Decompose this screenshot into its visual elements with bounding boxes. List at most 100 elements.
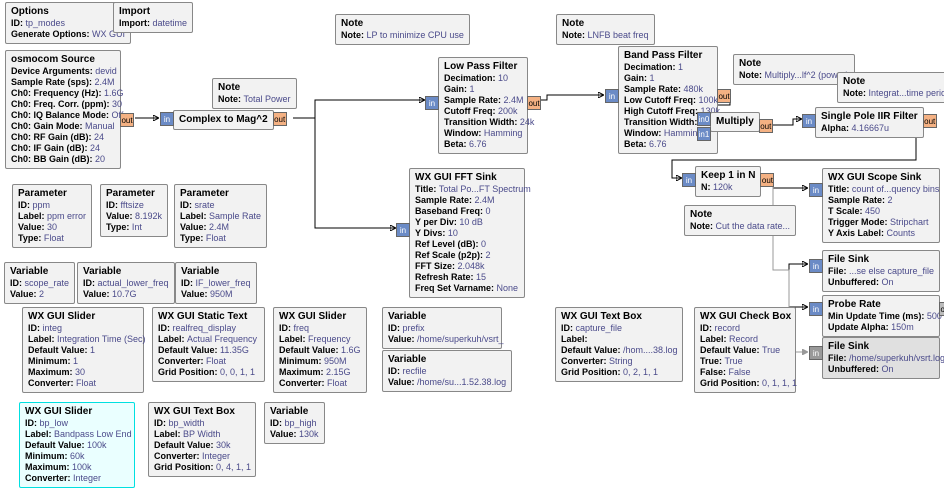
block-row: Value: 950M [181,289,251,300]
multiply-block[interactable]: in0in1Multiplyout [710,112,760,132]
block-row: Sample Rate: 2.4M [415,195,519,206]
block-row: ID: capture_file [561,323,677,334]
note-cut-rate[interactable]: NoteNote: Cut the data rate... [684,205,796,236]
block-row: FFT Size: 2.048k [415,261,519,272]
probe-rate-block[interactable]: inProbe RateMin Update Time (ms): 500Upd… [822,295,940,337]
port-in[interactable]: in [809,346,823,360]
textbox-capture-file[interactable]: WX GUI Text BoxID: capture_fileLabel: De… [555,307,683,382]
block-row: Minimum: 60k [25,451,129,462]
block-row: Decimation: 1 [624,62,712,73]
port-in[interactable]: in [605,89,619,103]
scope-sink-block[interactable]: inWX GUI Scope SinkTitle: count of...que… [822,168,940,243]
block-row: Ref Scale (p2p): 2 [415,250,519,261]
block-row: Grid Position: 0, 1, 1, 1 [700,378,790,389]
block-row: Value: 10.7G [83,289,169,300]
note-lp-cpu[interactable]: NoteNote: LP to minimize CPU use [335,14,470,45]
block-row: ID: scope_rate [10,278,69,289]
block-row: ID: ppm [18,200,86,211]
block-row: Value: 30 [18,222,86,233]
block-row: Grid Position: 0, 0, 1, 1 [158,367,259,378]
block-row: Freq Set Varname: None [415,283,519,294]
port-out[interactable]: out [527,96,541,110]
block-row: Unbuffered: On [828,364,934,375]
block-row: ID: record [700,323,790,334]
block-row: Ch0: IQ Balance Mode: Off [11,110,115,121]
block-row: ID: realfreq_display [158,323,259,334]
block-row: ID: bp_low [25,418,129,429]
block-row: Label: Record [700,334,790,345]
block-row: Note: LP to minimize CPU use [341,30,464,41]
block-row: Type: Float [18,233,86,244]
file-sink-1-block[interactable]: inFile SinkFile: ...se else capture_file… [822,250,940,292]
single-pole-iir-block[interactable]: inSingle Pole IIR FilterAlpha: 4.16667uo… [815,107,924,138]
param-fftsize[interactable]: ParameterID: fftsizeValue: 8.192kType: I… [100,184,168,237]
block-row: ID: prefix [388,323,496,334]
var-if-lower-freq[interactable]: VariableID: IF_lower_freqValue: 950M [175,262,257,304]
port-in[interactable]: in [802,114,816,128]
note-integration[interactable]: NoteNote: Integrat...time period. [837,72,944,103]
block-row: Maximum: 2.15G [279,367,361,378]
slider-bp-low[interactable]: WX GUI SliderID: bp_lowLabel: Bandpass L… [19,402,135,488]
block-row: Window: Hamming [444,128,522,139]
port-in[interactable]: in [425,96,439,110]
keep-1-in-n-block[interactable]: inKeep 1 in NN: 120kout [695,166,761,197]
static-text-realfreq[interactable]: WX GUI Static TextID: realfreq_displayLa… [152,307,265,382]
var-scope-rate[interactable]: VariableID: scope_rateValue: 2 [4,262,75,304]
port-in[interactable]: in [809,302,823,316]
slider-integ[interactable]: WX GUI SliderID: integLabel: Integration… [22,307,144,393]
complex-to-mag2-block[interactable]: inComplex to Mag^2out [173,110,274,130]
port-in[interactable]: in [396,223,410,237]
block-row: Minimum: 1 [28,356,138,367]
osmosdr-source-block[interactable]: osmocom SourceDevice Arguments: devidSam… [5,50,121,169]
block-row: Value: 8.192k [106,211,162,222]
block-row: ID: srate [180,200,261,211]
port-in[interactable]: in [160,112,174,126]
port-out[interactable]: out [717,89,731,103]
block-row: Trigger Mode: Stripchart [828,217,934,228]
note-lnfb[interactable]: NoteNote: LNFB beat freq [556,14,655,45]
import-block[interactable]: ImportImport: datetime [113,2,193,33]
block-row: Default Value: 100k [25,440,129,451]
port-in[interactable]: in [809,183,823,197]
block-row: Minimum: 950M [279,356,361,367]
note-total-power[interactable]: NoteNote: Total Power [212,78,297,109]
param-srate[interactable]: ParameterID: srateLabel: Sample RateValu… [174,184,267,248]
block-row: Label: Sample Rate [180,211,261,222]
block-row: Ref Level (dB): 0 [415,239,519,250]
var-bp-high[interactable]: VariableID: bp_highValue: 130k [264,402,325,444]
port-out[interactable]: out [120,113,134,127]
port-in1[interactable]: in1 [697,127,711,141]
var-actual-lower-freq[interactable]: VariableID: actual_lower_freqValue: 10.7… [77,262,175,304]
port-in[interactable]: in [809,259,823,273]
block-row: Converter: String [561,356,677,367]
block-row: ID: fftsize [106,200,162,211]
fft-sink-block[interactable]: inWX GUI FFT SinkTitle: Total Po...FT Sp… [409,168,525,298]
textbox-bp-width[interactable]: WX GUI Text BoxID: bp_widthLabel: BP Wid… [148,402,256,477]
block-row: Default Value: 30k [154,440,250,451]
port-out[interactable]: out [273,112,287,126]
port-out[interactable]: out [759,119,773,133]
param-ppm[interactable]: ParameterID: ppmLabel: ppm errorValue: 3… [12,184,92,248]
block-row: Sample Rate (sps): 2.4M [11,77,115,88]
port-in[interactable]: in [682,173,696,187]
var-recfile[interactable]: VariableID: recfileValue: /home/su...1.5… [382,350,512,392]
block-row: Ch0: Frequency (Hz): 1.6G [11,88,115,99]
checkbox-record[interactable]: WX GUI Check BoxID: recordLabel: RecordD… [694,307,796,393]
block-row: Converter: Integer [25,473,129,484]
block-row: File: /home/superkuh/vsrt.log [828,353,934,364]
slider-freq[interactable]: WX GUI SliderID: freqLabel: FrequencyDef… [273,307,367,393]
port-out[interactable]: out [923,114,937,128]
block-row: Ch0: Freq. Corr. (ppm): 30 [11,99,115,110]
port-out[interactable]: out [760,173,774,187]
block-row: Converter: Integer [154,451,250,462]
block-row: Grid Position: 0, 4, 1, 1 [154,462,250,473]
block-row: Default Value: True [700,345,790,356]
port-out[interactable]: out [939,302,944,316]
block-row: Label: [561,334,677,345]
block-row: Label: Frequency [279,334,361,345]
var-prefix[interactable]: VariableID: prefixValue: /home/superkuh/… [382,307,502,349]
low-pass-filter-block[interactable]: inLow Pass FilterDecimation: 10Gain: 1Sa… [438,57,528,154]
file-sink-2-block[interactable]: inFile SinkFile: /home/superkuh/vsrt.log… [822,337,940,379]
block-row: File: ...se else capture_file [828,266,934,277]
port-in0[interactable]: in0 [697,112,711,126]
